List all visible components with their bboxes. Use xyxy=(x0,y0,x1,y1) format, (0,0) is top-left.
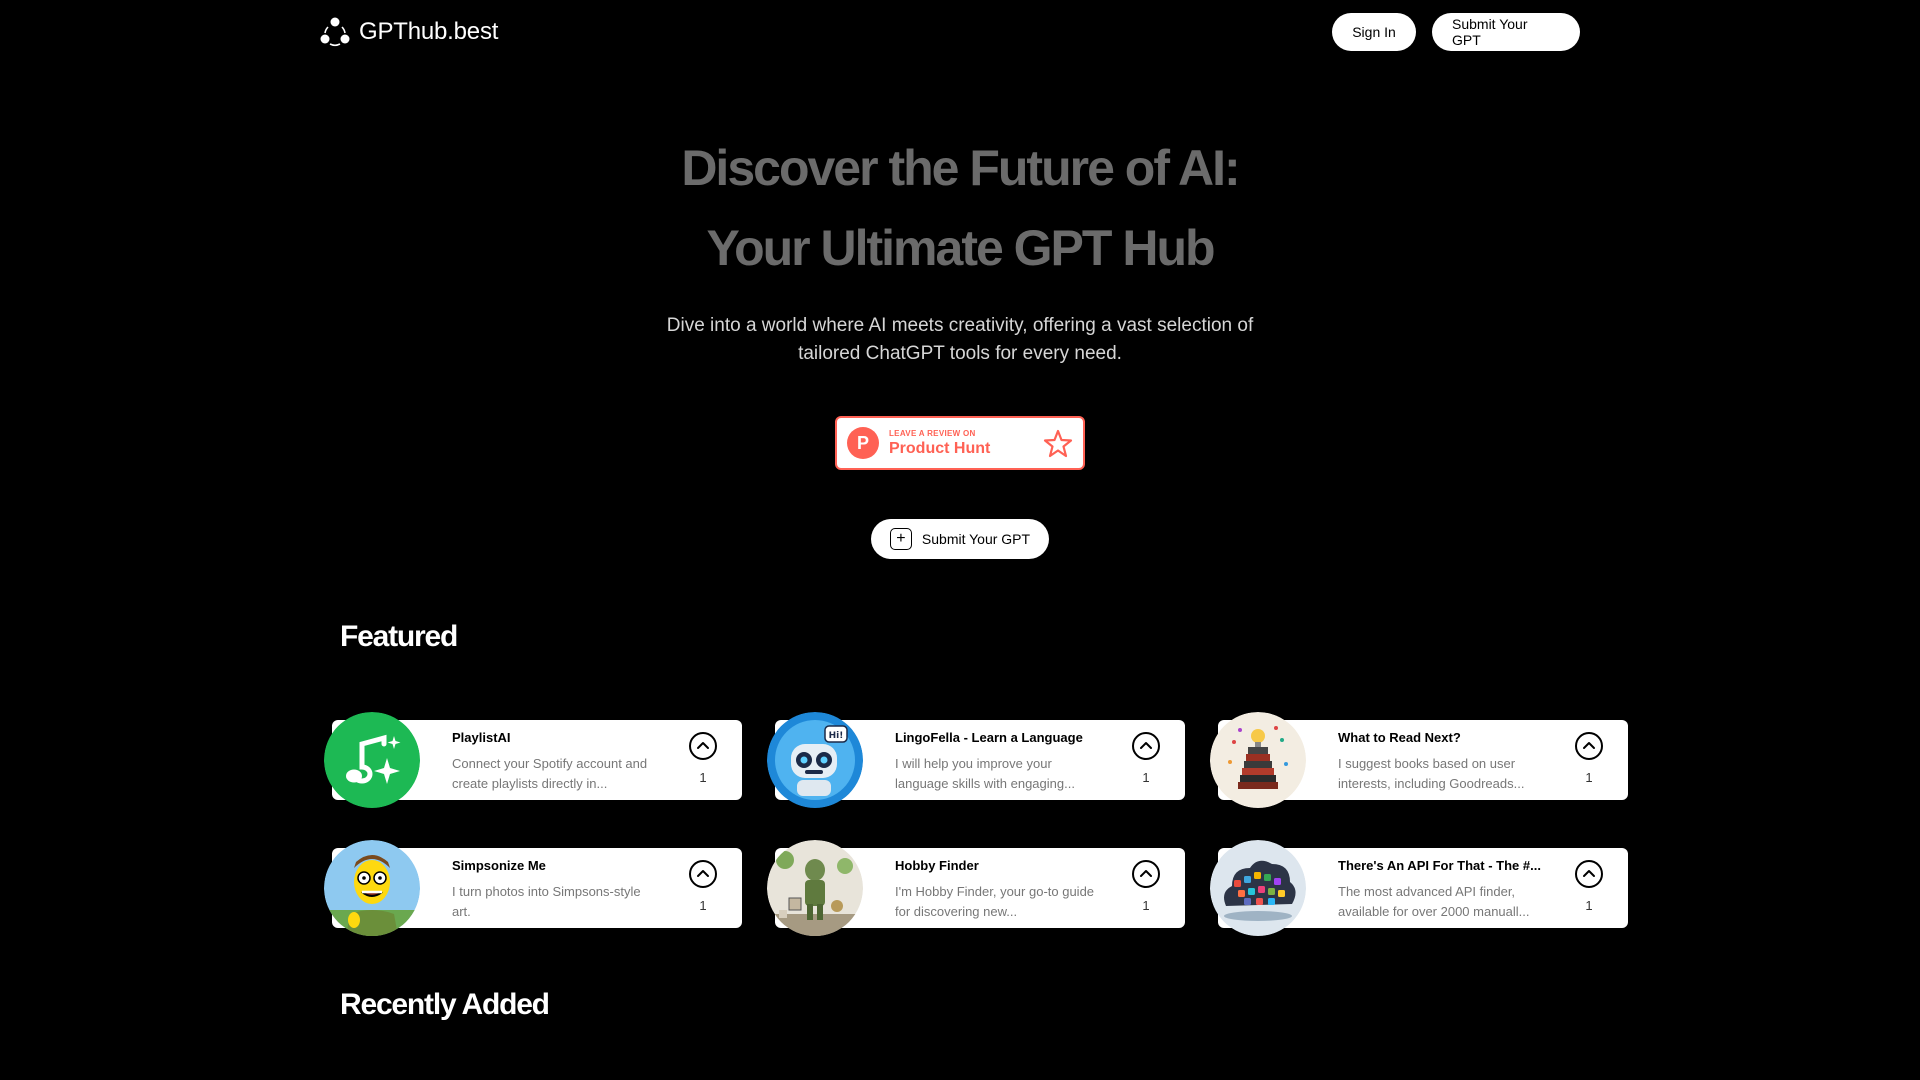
submit-gpt-header-button[interactable]: Submit Your GPT xyxy=(1432,13,1580,51)
chevron-up-icon xyxy=(1583,742,1595,749)
cloud-apps-icon xyxy=(1210,840,1306,936)
gpt-card[interactable]: Hi! LingoFella - Learn a Language I will… xyxy=(767,712,1185,808)
vote-count: 1 xyxy=(1142,770,1150,785)
upvote-button[interactable] xyxy=(1575,860,1603,888)
gpt-card-name: PlaylistAI xyxy=(452,730,511,745)
robot-icon: Hi! xyxy=(767,712,863,808)
product-hunt-logo-icon: P xyxy=(847,427,879,459)
upvote-button[interactable] xyxy=(689,732,717,760)
submit-gpt-hero-label: Submit Your GPT xyxy=(921,531,1031,547)
gpt-card[interactable]: PlaylistAI Connect your Spotify account … xyxy=(324,712,742,808)
plus-icon: + xyxy=(889,528,912,550)
gpt-card-description: I turn photos into Simpsons-style art. xyxy=(452,884,641,919)
gpt-card-description: I'm Hobby Finder, your go-to guide for d… xyxy=(895,884,1095,919)
gpt-card[interactable]: Simpsonize Me I turn photos into Simpson… xyxy=(324,840,742,936)
site-logo[interactable]: GPThub.best xyxy=(319,14,498,50)
gpt-card-name: Hobby Finder xyxy=(895,858,979,873)
chevron-up-icon xyxy=(1140,742,1152,749)
books-icon xyxy=(1210,712,1306,808)
hero-subtitle: Dive into a world where AI meets creativ… xyxy=(666,315,1254,364)
upvote: 1 xyxy=(1131,860,1161,913)
cartoon-face-icon xyxy=(324,840,420,936)
hero-title-line-2: Your Ultimate GPT Hub xyxy=(706,220,1215,276)
gpt-card-name: What to Read Next? xyxy=(1338,730,1461,745)
star-icon xyxy=(1043,429,1073,458)
chevron-up-icon xyxy=(697,742,709,749)
gpt-card-name: LingoFella - Learn a Language xyxy=(895,730,1083,745)
vote-count: 1 xyxy=(1585,898,1593,913)
music-sparkle-icon xyxy=(324,712,420,808)
vote-count: 1 xyxy=(1585,770,1593,785)
gpt-card-name: Simpsonize Me xyxy=(452,858,546,873)
gpt-card[interactable]: There's An API For That - The #... The m… xyxy=(1210,840,1628,936)
sign-in-button[interactable]: Sign In xyxy=(1332,13,1416,51)
logo-text: GPThub.best xyxy=(359,18,499,45)
upvote: 1 xyxy=(688,860,718,913)
featured-heading: Featured xyxy=(340,620,458,653)
gpt-card[interactable]: Hobby Finder I'm Hobby Finder, your go-t… xyxy=(767,840,1185,936)
vote-count: 1 xyxy=(1142,898,1150,913)
svg-text:Hi!: Hi! xyxy=(829,731,844,741)
upvote-button[interactable] xyxy=(1132,732,1160,760)
gpt-card-description: I will help you improve your language sk… xyxy=(895,756,1075,791)
submit-gpt-hero-button[interactable]: + Submit Your GPT xyxy=(871,519,1049,559)
product-hunt-big-label: Product Hunt xyxy=(889,439,991,457)
gpt-card-description: I suggest books based on user interests,… xyxy=(1338,756,1525,791)
upvote-button[interactable] xyxy=(1575,732,1603,760)
upvote-button[interactable] xyxy=(1132,860,1160,888)
hero-title-line-1: Discover the Future of AI: xyxy=(681,140,1240,196)
vote-count: 1 xyxy=(699,770,707,785)
gpt-card[interactable]: What to Read Next? I suggest books based… xyxy=(1210,712,1628,808)
vote-count: 1 xyxy=(699,898,707,913)
chevron-up-icon xyxy=(697,870,709,877)
chevron-up-icon xyxy=(1583,870,1595,877)
upvote: 1 xyxy=(688,732,718,785)
gpt-card-description: Connect your Spotify account and create … xyxy=(452,756,648,791)
upvote-button[interactable] xyxy=(689,860,717,888)
product-hunt-text: LEAVE A REVIEW ON Product Hunt xyxy=(889,429,990,458)
recently-added-heading: Recently Added xyxy=(340,988,550,1021)
hobby-figure-icon xyxy=(767,840,863,936)
upvote: 1 xyxy=(1574,732,1604,785)
gpt-card-name: There's An API For That - The #... xyxy=(1338,858,1541,873)
chevron-up-icon xyxy=(1140,870,1152,877)
gpt-card-description: The most advanced API finder, available … xyxy=(1338,884,1530,919)
site-header: GPThub.best Sign In Submit Your GPT xyxy=(0,0,1920,64)
upvote: 1 xyxy=(1131,732,1161,785)
product-hunt-small-label: LEAVE A REVIEW ON xyxy=(889,428,976,438)
logo-icon xyxy=(320,17,350,46)
product-hunt-badge[interactable]: P LEAVE A REVIEW ON Product Hunt xyxy=(835,416,1085,470)
hero-title: Discover the Future of AI: Your Ultimate… xyxy=(0,128,1920,288)
upvote: 1 xyxy=(1574,860,1604,913)
